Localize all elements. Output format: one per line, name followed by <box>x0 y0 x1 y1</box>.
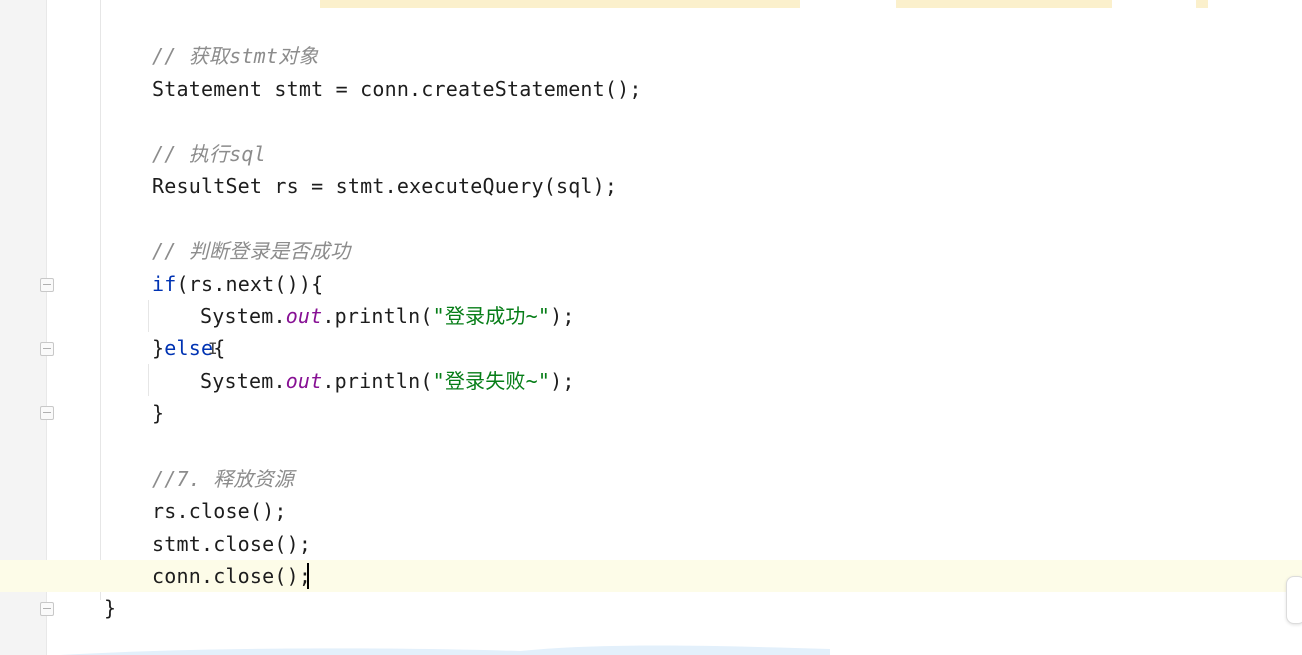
search-highlight <box>896 0 1112 8</box>
indent-guide <box>100 0 101 600</box>
code-text: ); <box>550 369 575 393</box>
code-comment: // 执行sql <box>152 142 266 166</box>
text-caret <box>307 563 309 589</box>
code-line-if[interactable]: if(rs.next()){ <box>152 272 323 296</box>
indent-guide <box>148 364 149 396</box>
code-text: .println( <box>322 304 433 328</box>
code-text: .println( <box>322 369 433 393</box>
mouse-ibeam-cursor-icon: I <box>208 339 218 358</box>
code-comment: // 获取stmt对象 <box>152 44 319 68</box>
string-literal: "登录成功~" <box>432 304 551 328</box>
code-line[interactable]: } <box>152 401 164 425</box>
search-highlight <box>1196 0 1208 8</box>
static-field: out <box>285 369 323 393</box>
fold-marker-if[interactable] <box>40 278 54 292</box>
code-comment: //7. 释放资源 <box>152 467 295 491</box>
string-literal: "登录失败~" <box>432 369 551 393</box>
code-line[interactable]: stmt.close(); <box>152 532 311 556</box>
code-text: ); <box>550 304 575 328</box>
scrollbar-handle[interactable] <box>1286 576 1302 624</box>
code-text: (rs.next()){ <box>176 272 324 296</box>
code-line-current[interactable]: conn.close(); <box>152 564 311 588</box>
code-line[interactable]: Statement stmt = conn.createStatement(); <box>152 77 642 101</box>
code-line-println-fail[interactable]: System.out.println("登录失败~"); <box>200 369 575 393</box>
keyword: else <box>164 336 214 360</box>
decorative-wave-icon <box>60 645 830 655</box>
code-comment: // 判断登录是否成功 <box>152 239 351 263</box>
static-field: out <box>285 304 323 328</box>
code-line[interactable]: ResultSet rs = stmt.executeQuery(sql); <box>152 174 617 198</box>
fold-marker-else[interactable] <box>40 342 54 356</box>
code-line[interactable]: rs.close(); <box>152 499 287 523</box>
code-text: System. <box>200 304 286 328</box>
code-line-println-success[interactable]: System.out.println("登录成功~"); <box>200 304 575 328</box>
indent-guide <box>148 300 149 332</box>
keyword: if <box>152 272 177 296</box>
editor-gutter <box>0 0 47 655</box>
search-highlight <box>320 0 800 8</box>
fold-marker-method-end[interactable] <box>40 602 54 616</box>
fold-marker-else-end[interactable] <box>40 406 54 420</box>
code-text: } <box>152 336 165 360</box>
code-line[interactable]: } <box>104 596 116 620</box>
code-text: System. <box>200 369 286 393</box>
